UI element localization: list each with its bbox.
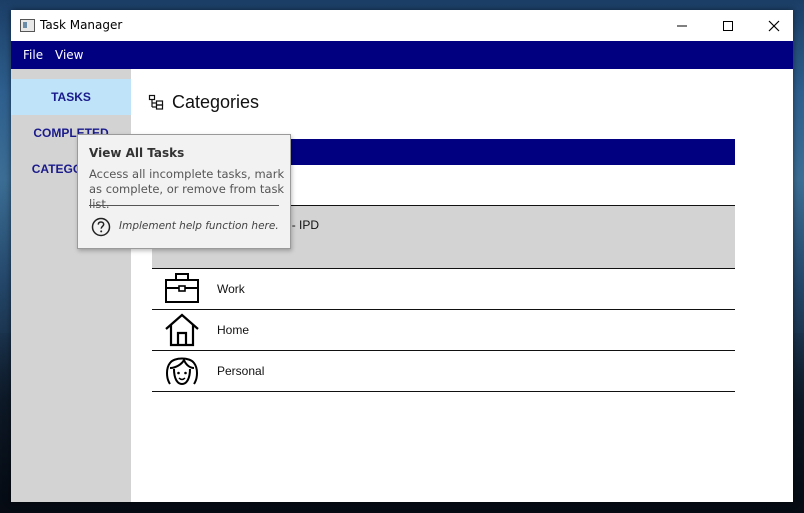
page-header: Categories	[148, 90, 259, 114]
close-icon	[768, 20, 780, 31]
home-icon	[165, 313, 199, 347]
page-title: Categories	[172, 91, 260, 112]
title-bar[interactable]: Task Manager	[11, 10, 793, 41]
menu-file[interactable]: File	[23, 48, 43, 62]
tooltip-title: View All Tasks	[89, 146, 185, 160]
help-circle-icon	[91, 217, 111, 237]
app-window: Task Manager File View TASKS COMPLETED C…	[11, 10, 793, 502]
maximize-button[interactable]	[705, 10, 751, 41]
minimize-icon	[677, 25, 687, 26]
menu-view[interactable]: View	[55, 48, 83, 62]
maximize-icon	[723, 20, 733, 31]
sidebar-item-label: TASKS	[51, 90, 91, 104]
category-tree-icon	[148, 94, 164, 110]
window-title: Task Manager	[40, 18, 123, 32]
list-item[interactable]: Work	[152, 269, 735, 310]
list-item[interactable]: Home	[152, 310, 735, 351]
app-icon	[20, 19, 35, 32]
list-item[interactable]: Personal	[152, 351, 735, 392]
list-item-label: Home	[217, 323, 250, 337]
list-item-label: Personal	[217, 364, 265, 378]
tooltip: View All Tasks Access all incomplete tas…	[77, 134, 291, 249]
tooltip-help-text: Implement help function here.	[119, 220, 279, 232]
person-icon	[166, 357, 198, 386]
sidebar-item-tasks[interactable]: TASKS	[11, 79, 131, 115]
close-button[interactable]	[751, 10, 797, 41]
list-item-label: Work	[217, 282, 245, 296]
menu-bar: File View	[11, 41, 793, 69]
briefcase-icon	[165, 273, 199, 303]
minimize-button[interactable]	[659, 10, 705, 41]
tooltip-divider	[89, 205, 279, 206]
